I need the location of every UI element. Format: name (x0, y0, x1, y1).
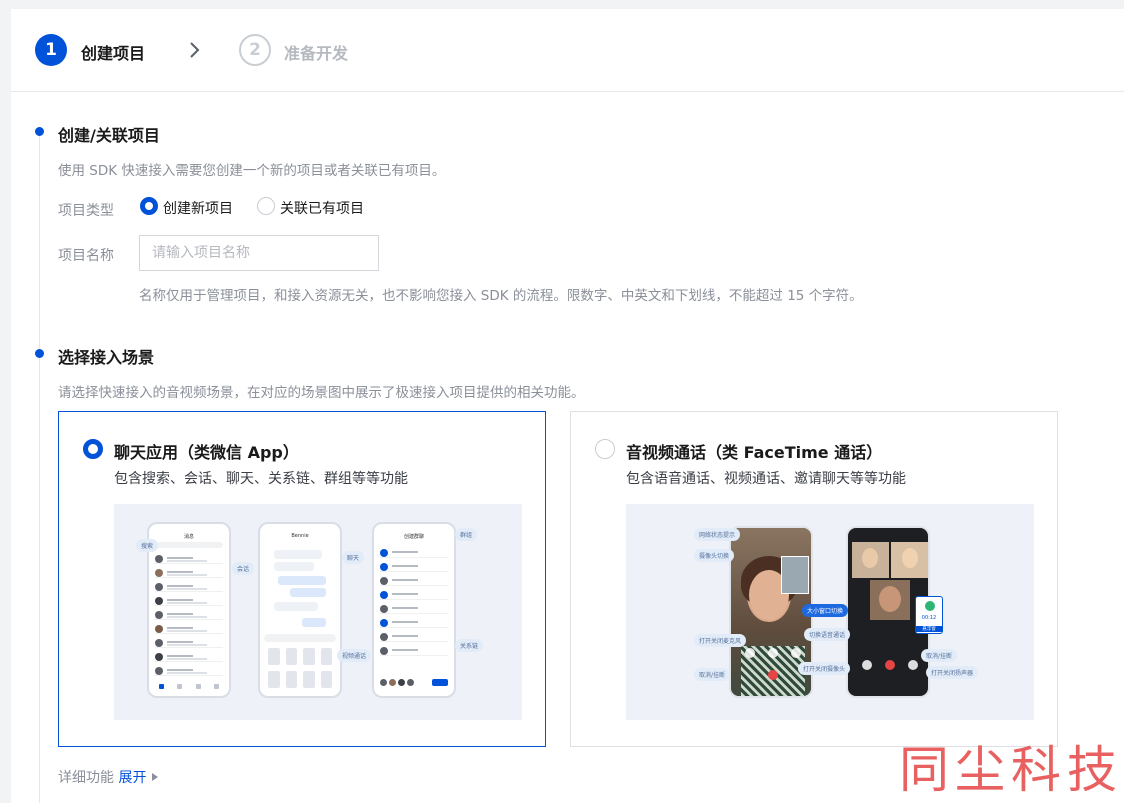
scene-card-video-call[interactable]: 音视频通话（类 FaceTime 通话） 包含语音通话、视频通话、邀请聊天等等功… (570, 411, 1058, 747)
scene-title-video-call: 音视频通话（类 FaceTime 通话） (626, 443, 883, 462)
phone-mock-messages: 消息 (147, 522, 231, 698)
main-card: 1 创建项目 2 准备开发 创建/关联项目 使用 SDK 快速接入需要您创建一个… (11, 9, 1124, 803)
steps-header: 1 创建项目 2 准备开发 (11, 9, 1124, 92)
tag-group: 群组 (455, 528, 478, 541)
scene-desc-chat: 包含搜索、会话、聊天、关系链、群组等等功能 (114, 471, 408, 487)
details-expand-link[interactable]: 展开 (118, 770, 146, 786)
scene-radio-chat[interactable] (83, 439, 103, 459)
phone-mock-group: 创建群聊 (372, 522, 456, 698)
tag-search: 搜索 (136, 539, 159, 552)
call-widget-label: 悬浮窗 (916, 626, 942, 632)
tag-toggle-speaker: 打开关闭扬声器 (926, 666, 979, 679)
section-desc-create: 使用 SDK 快速接入需要您创建一个新的项目或者关联已有项目。 (58, 163, 446, 179)
scene-desc-video-call: 包含语音通话、视频通话、邀请聊天等等功能 (626, 471, 906, 487)
radio-link-existing-label[interactable]: 关联已有项目 (280, 198, 364, 218)
triangle-right-icon (152, 773, 159, 781)
video-call-scene-illustration: 00:12 悬浮窗 网络状态提示 摄像头切换 大小窗口切换 切换语音通话 打开关… (626, 504, 1034, 720)
step-2-label: 准备开发 (284, 44, 349, 63)
step-1-badge: 1 (35, 34, 67, 66)
tag-chat: 聊天 (342, 551, 365, 564)
phone-title-group: 创建群聊 (403, 534, 424, 540)
section-dot (35, 349, 44, 358)
details-toggle[interactable]: 详细功能 展开 (58, 767, 159, 787)
step-2-badge: 2 (239, 34, 271, 66)
project-type-label: 项目类型 (58, 203, 114, 219)
call-timer: 00:12 (921, 615, 937, 621)
tag-toggle-mic: 打开关闭麦克风 (694, 634, 747, 647)
scene-title-chat: 聊天应用（类微信 App） (114, 443, 299, 462)
scene-radio-video-call[interactable] (595, 439, 615, 459)
tag-window-switch: 大小窗口切换 (802, 604, 849, 617)
watermark-text: 同尘科技 (899, 741, 1123, 799)
project-name-hint: 名称仅用于管理项目，和接入资源无关，也不影响您接入 SDK 的流程。限数字、中英… (139, 288, 863, 304)
tag-relations: 关系链 (455, 639, 484, 652)
section-dot (35, 127, 44, 136)
phone-mock-chat: Bennie (258, 522, 342, 698)
chat-scene-illustration: 消息 Bennie 创建群聊 搜索 会话 聊天 群组 关系链 视频通话 (114, 504, 522, 720)
radio-create-new-label[interactable]: 创建新项目 (163, 198, 233, 218)
radio-create-new[interactable] (140, 197, 158, 215)
scene-card-chat[interactable]: 聊天应用（类微信 App） 包含搜索、会话、聊天、关系链、群组等等功能 消息 B… (58, 411, 546, 747)
section-desc-scene: 请选择快速接入的音视频场景，在对应的场景图中展示了极速接入项目提供的相关功能。 (58, 385, 585, 401)
project-name-input[interactable] (139, 235, 379, 271)
tag-cancel-hangup-group: 取消/挂断 (921, 649, 958, 662)
tag-camera-switch: 摄像头切换 (694, 549, 735, 562)
tag-toggle-camera: 打开关闭摄像头 (798, 662, 851, 675)
phone-title-chat: Bennie (291, 533, 309, 539)
step-1-label: 创建项目 (81, 44, 146, 63)
timeline-line (39, 131, 40, 803)
details-label: 详细功能 (58, 770, 114, 786)
tag-video-call: 视频通话 (337, 649, 372, 662)
chevron-right-icon (190, 42, 200, 58)
tag-conversation: 会话 (232, 562, 255, 575)
section-title-scene: 选择接入场景 (58, 348, 155, 367)
tag-switch-voice: 切换语音通话 (804, 628, 851, 641)
section-title-create: 创建/关联项目 (58, 126, 160, 145)
project-name-label: 项目名称 (58, 248, 114, 264)
floating-call-widget: 00:12 悬浮窗 (915, 596, 943, 634)
phone-title-messages: 消息 (183, 534, 194, 540)
radio-link-existing[interactable] (257, 197, 275, 215)
tag-network-status: 网络状态提示 (694, 528, 741, 541)
tag-cancel-hangup: 取消/挂断 (694, 668, 731, 681)
